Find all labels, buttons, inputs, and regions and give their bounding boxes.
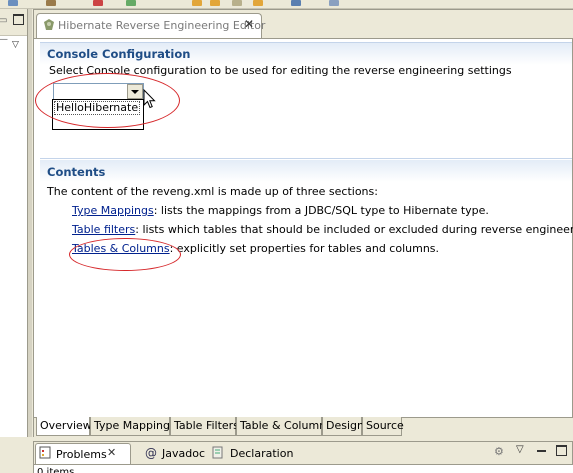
type-mappings-link[interactable]: Type Mappings [72, 204, 154, 217]
maximize-icon[interactable] [556, 445, 567, 456]
toolbar-icon[interactable] [232, 0, 242, 6]
problems-view-content [33, 465, 573, 473]
toolbar-icon[interactable] [329, 0, 339, 6]
toolbar-icon[interactable] [192, 0, 202, 6]
contents-section-header [40, 160, 572, 182]
left-view-header: ▭ — ▽ [0, 9, 27, 50]
annotation-ellipse-link [69, 238, 181, 271]
pane-minimize-icon[interactable]: — [0, 34, 8, 45]
javadoc-icon: @ [145, 446, 157, 460]
left-view-panel [0, 9, 28, 437]
contents-intro: The content of the reveng.xml is made up… [47, 185, 378, 198]
tab-table-columns[interactable]: Table & Columns [236, 417, 332, 436]
main-toolbar [0, 0, 573, 9]
toolbar-icon[interactable] [46, 0, 56, 6]
section-divider [40, 158, 572, 159]
toolbar-icon[interactable] [126, 0, 136, 6]
editor-tab-title: Hibernate Reverse Engineering Editor [58, 19, 266, 32]
table-filters-link[interactable]: Table filters [72, 223, 135, 236]
contents-item: Type Mappings: lists the mappings from a… [72, 204, 489, 217]
annotation-ellipse-dropdown [35, 73, 180, 128]
toolbar-icon[interactable] [253, 0, 263, 6]
close-icon[interactable]: ✕ [107, 446, 116, 459]
contents-item: Table filters: lists which tables that s… [72, 223, 573, 236]
tab-design[interactable]: Design [322, 417, 364, 436]
tab-declaration[interactable]: Declaration [230, 443, 293, 464]
table-filters-description: : lists which tables that should be incl… [135, 223, 573, 236]
type-mappings-description: : lists the mappings from a JDBC/SQL typ… [153, 204, 489, 217]
hibernate-icon [44, 19, 54, 30]
left-pane-scrollbar[interactable] [28, 9, 32, 437]
tab-source[interactable]: Source [362, 417, 404, 436]
console-section-title[interactable]: Console Configuration [47, 47, 190, 61]
tab-type-mappings[interactable]: Type Mappings [90, 417, 176, 436]
tables-columns-description: : explicitly set properties for tables a… [169, 242, 440, 255]
view-toolbar-icon[interactable]: ⚙ [494, 445, 504, 458]
toolbar-icon[interactable] [291, 0, 301, 6]
tab-javadoc[interactable]: Javadoc [162, 443, 205, 464]
minimize-icon[interactable]: ▭ [0, 15, 7, 26]
problems-label: Problems [56, 448, 107, 461]
tab-table-filters[interactable]: Table Filters [170, 417, 239, 436]
declaration-icon [212, 446, 223, 459]
problems-status: 0 items [37, 467, 75, 473]
problems-icon [39, 446, 51, 459]
tab-overview[interactable]: Overview [36, 417, 92, 436]
toolbar-icon[interactable] [93, 0, 103, 6]
minimize-icon[interactable] [537, 447, 546, 452]
toolbar-icon[interactable] [8, 0, 18, 6]
maximize-icon[interactable] [13, 14, 24, 25]
contents-section-title[interactable]: Contents [47, 165, 105, 179]
view-menu-icon[interactable]: ▽ [12, 40, 19, 50]
toolbar-icon[interactable] [210, 0, 220, 6]
close-icon[interactable]: ✕ [244, 17, 254, 31]
view-menu-icon[interactable]: ▽ [516, 444, 524, 455]
